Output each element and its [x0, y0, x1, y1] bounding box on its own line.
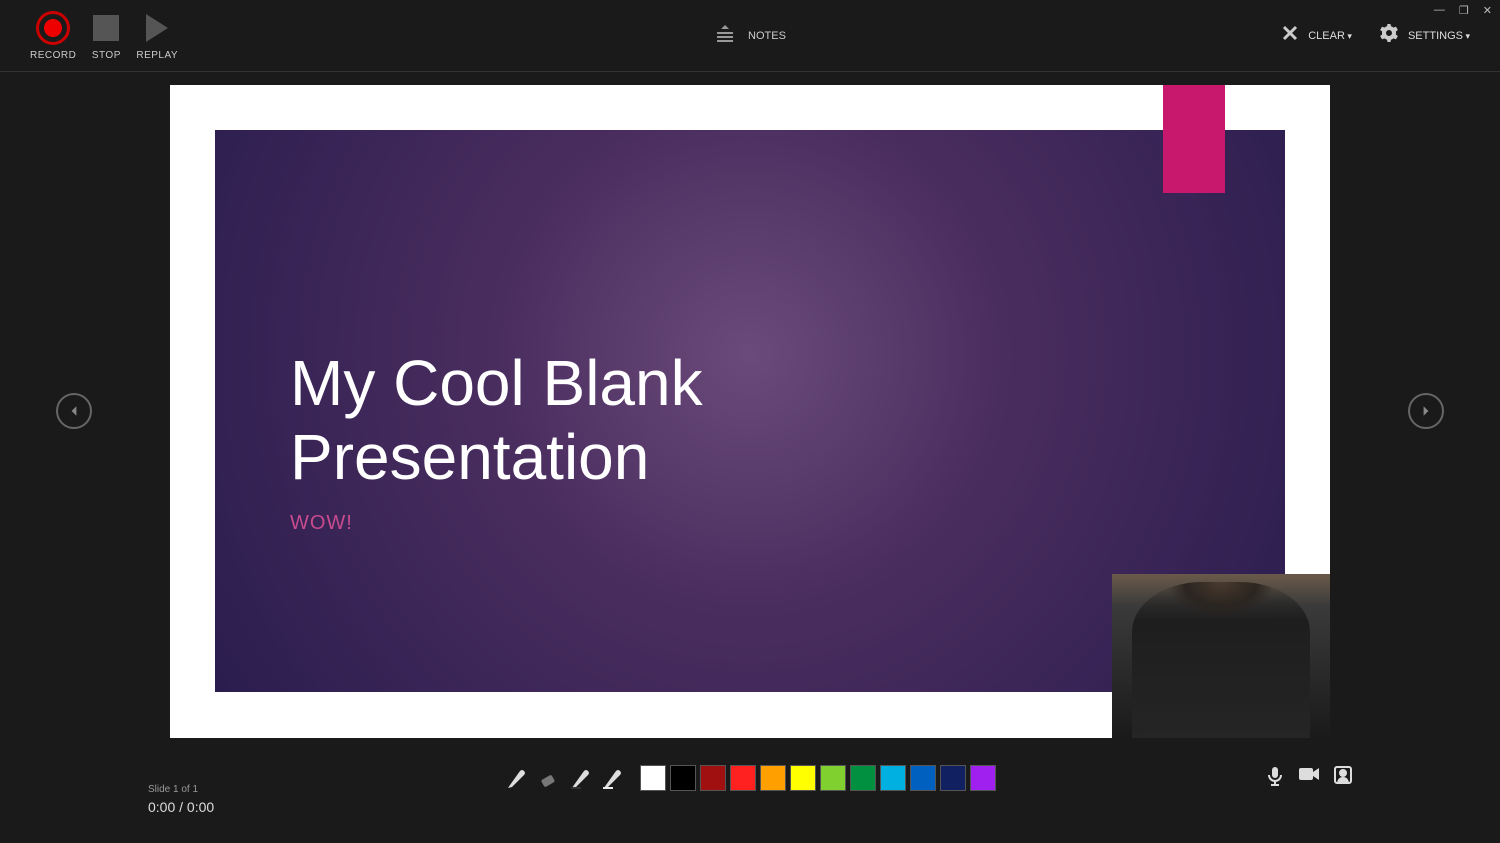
right-toolbar: CLEAR SETTINGS — [1282, 24, 1470, 47]
clear-button[interactable]: CLEAR — [1282, 25, 1352, 46]
top-toolbar: — ❐ ✕ RECORD STOP REPLAY NOTES — [0, 0, 1500, 72]
close-button[interactable]: ✕ — [1483, 4, 1492, 17]
webcam-person-silhouette — [1132, 582, 1310, 738]
slide-canvas[interactable]: My Cool Blank Presentation WOW! — [170, 85, 1330, 738]
stop-label: STOP — [92, 50, 121, 61]
pen-tool[interactable] — [504, 765, 530, 791]
color-swatch-6[interactable] — [820, 765, 846, 791]
color-swatch-7[interactable] — [850, 765, 876, 791]
color-swatch-11[interactable] — [970, 765, 996, 791]
slide-subtitle: WOW! — [290, 512, 1210, 535]
recording-controls: RECORD STOP REPLAY — [0, 10, 178, 61]
color-swatch-10[interactable] — [940, 765, 966, 791]
slide-area: My Cool Blank Presentation WOW! — [0, 72, 1500, 750]
settings-label: SETTINGS — [1408, 30, 1470, 42]
color-swatch-0[interactable] — [640, 765, 666, 791]
notes-toggle[interactable]: NOTES — [714, 23, 786, 48]
next-slide-button[interactable] — [1408, 393, 1444, 429]
color-swatch-2[interactable] — [700, 765, 726, 791]
clear-icon — [1282, 25, 1298, 46]
presenter-toggle[interactable] — [1334, 766, 1352, 791]
clear-label: CLEAR — [1308, 30, 1352, 42]
settings-button[interactable]: SETTINGS — [1380, 24, 1470, 47]
webcam-preview[interactable] — [1112, 574, 1330, 738]
record-button[interactable]: RECORD — [30, 10, 76, 61]
slide-accent-tab — [1163, 85, 1225, 193]
color-swatch-4[interactable] — [760, 765, 786, 791]
record-label: RECORD — [30, 50, 76, 61]
highlighter-dark-tool[interactable] — [568, 765, 594, 791]
highlighter-light-tool[interactable] — [600, 765, 626, 791]
minimize-button[interactable]: — — [1434, 4, 1445, 17]
stop-icon — [93, 15, 119, 41]
stop-button[interactable]: STOP — [88, 10, 124, 61]
replay-label: REPLAY — [136, 50, 178, 61]
record-icon — [36, 11, 70, 45]
color-swatch-8[interactable] — [880, 765, 906, 791]
color-swatch-9[interactable] — [910, 765, 936, 791]
notes-label: NOTES — [748, 30, 786, 42]
settings-icon — [1380, 24, 1398, 47]
window-controls: — ❐ ✕ — [1434, 4, 1492, 17]
replay-button[interactable]: REPLAY — [136, 10, 178, 61]
slide-title: My Cool Blank Presentation — [290, 347, 1210, 494]
annotation-toolbar — [504, 765, 996, 791]
play-icon — [146, 14, 168, 42]
eraser-tool[interactable] — [536, 765, 562, 791]
color-swatch-1[interactable] — [670, 765, 696, 791]
color-swatch-3[interactable] — [730, 765, 756, 791]
microphone-toggle[interactable] — [1266, 766, 1284, 791]
notes-icon — [714, 23, 736, 48]
time-counter: 0:00 / 0:00 — [148, 799, 214, 815]
camera-toggle[interactable] — [1298, 766, 1320, 791]
color-swatch-5[interactable] — [790, 765, 816, 791]
maximize-button[interactable]: ❐ — [1459, 4, 1469, 17]
media-toggle-buttons — [1266, 766, 1352, 791]
slide-counter: Slide 1 of 1 — [148, 784, 198, 795]
previous-slide-button[interactable] — [56, 393, 92, 429]
